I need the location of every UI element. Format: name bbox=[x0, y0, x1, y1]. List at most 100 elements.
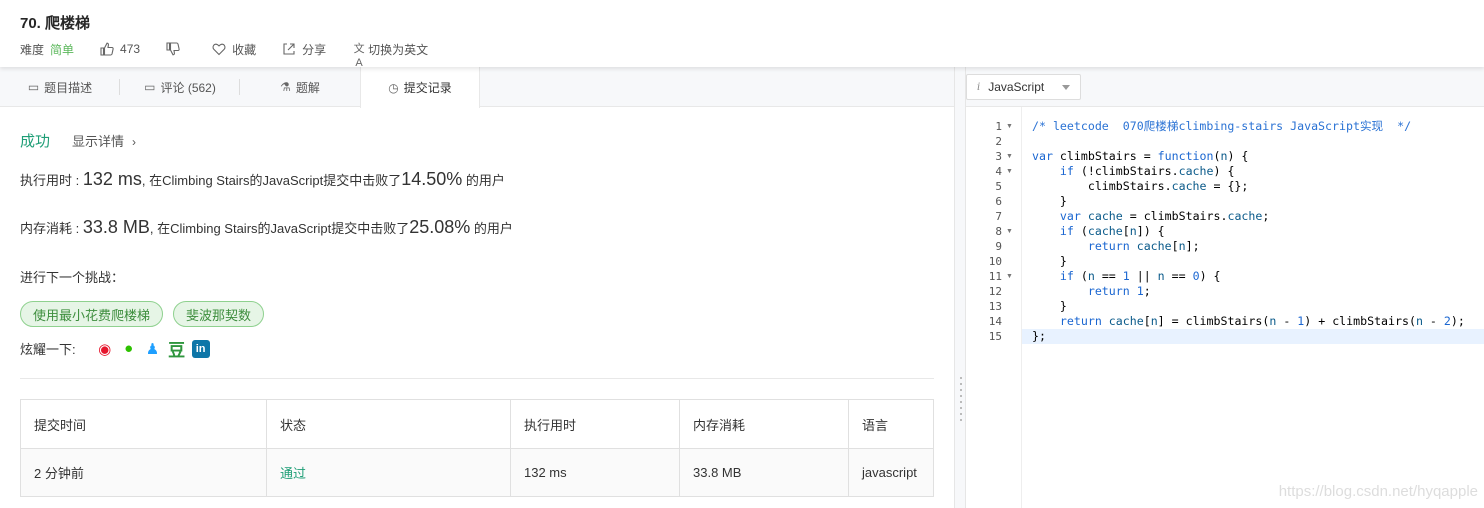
code-line[interactable]: } bbox=[1032, 194, 1067, 209]
fold-arrow-icon[interactable]: ▼ bbox=[1006, 164, 1013, 179]
language-select-value: JavaScript bbox=[988, 80, 1045, 94]
runtime-stat: 执行用时 : 132 ms, 在Climbing Stairs的JavaScri… bbox=[20, 169, 505, 190]
code-line[interactable]: if (!climbStairs.cache) { bbox=[1032, 164, 1235, 179]
code-line[interactable]: } bbox=[1032, 254, 1067, 269]
tab-label: 评论 (562) bbox=[160, 80, 216, 95]
tab-description[interactable]: ▭ 题目描述 bbox=[0, 67, 120, 107]
fold-arrow-icon[interactable]: ▼ bbox=[1006, 119, 1013, 134]
memory-percent: 25.08% bbox=[409, 217, 471, 237]
divider bbox=[20, 378, 934, 379]
runtime-value: 132 ms bbox=[82, 169, 142, 189]
code-editor[interactable]: 1 ▼ 2 3 ▼ 4 ▼ 5 6 7 8 ▼ 9 10 11 ▼ 12 13 14 15 /* leetcode 0… bbox=[966, 107, 1484, 508]
pane-splitter[interactable] bbox=[954, 67, 966, 508]
submission-table: 提交时间 状态 执行用时 内存消耗 语言 2 分钟前 通过 132 ms 33.… bbox=[20, 399, 934, 497]
fold-arrow-icon[interactable]: ▼ bbox=[1006, 224, 1013, 239]
tab-submissions[interactable]: ◷ 提交记录 bbox=[360, 67, 480, 108]
code-pane: i JavaScript 1 ▼ 2 3 ▼ 4 ▼ 5 6 7 8 ▼ 9 10 11 ▼ 12 13 14 15 … bbox=[966, 67, 1484, 508]
code-line[interactable]: return 1; bbox=[1032, 284, 1151, 299]
line-number: 11 bbox=[988, 270, 1002, 283]
table-header-row: 提交时间 状态 执行用时 内存消耗 语言 bbox=[21, 400, 933, 448]
column-header: 语言 bbox=[862, 417, 889, 433]
fold-arrow-icon[interactable]: ▼ bbox=[1006, 149, 1013, 164]
code-line[interactable]: } bbox=[1032, 299, 1067, 314]
linkedin-icon[interactable]: in bbox=[191, 339, 210, 358]
code-line[interactable]: }; bbox=[1032, 329, 1046, 344]
dislike-button[interactable] bbox=[166, 42, 186, 56]
status-success: 成功 bbox=[20, 133, 51, 150]
code-line[interactable]: if (n == 1 || n == 0) { bbox=[1032, 269, 1221, 284]
runtime-label: 执行用时 : bbox=[20, 173, 83, 188]
code-line[interactable]: /* leetcode 070爬楼梯climbing-stairs JavaSc… bbox=[1032, 119, 1411, 134]
switch-language-label: 切换为英文 bbox=[368, 42, 429, 57]
submit-time-cell: 2 分钟前 bbox=[21, 449, 267, 496]
memory-text: , 在Climbing Stairs的JavaScript提交中击败了 bbox=[149, 221, 410, 236]
line-number: 14 bbox=[988, 315, 1002, 328]
code-area[interactable]: /* leetcode 070爬楼梯climbing-stairs JavaSc… bbox=[1022, 107, 1484, 508]
collect-button[interactable]: 收藏 bbox=[212, 41, 256, 58]
code-line[interactable]: var cache = climbStairs.cache; bbox=[1032, 209, 1269, 224]
problem-header: 70. 爬楼梯 难度 简单 473 收藏 分享 文A 切换为英文 bbox=[0, 0, 1484, 70]
column-header: 内存消耗 bbox=[680, 400, 849, 448]
tab-comments[interactable]: ▭ 评论 (562) bbox=[120, 67, 240, 107]
line-number: 13 bbox=[988, 300, 1002, 313]
line-number: 8 bbox=[995, 225, 1002, 238]
share-button[interactable]: 分享 bbox=[282, 41, 326, 58]
line-gutter: 1 ▼ 2 3 ▼ 4 ▼ 5 6 7 8 ▼ 9 10 11 ▼ 12 13 14 15 bbox=[966, 107, 1022, 508]
code-line[interactable]: var climbStairs = function(n) { bbox=[1032, 149, 1248, 164]
share-row: 炫耀一下: ◉ ● ♟ 豆 in bbox=[20, 339, 216, 360]
douban-icon[interactable]: 豆 bbox=[168, 340, 186, 360]
tab-label: 提交记录 bbox=[403, 81, 452, 95]
table-row: 2 分钟前 通过 132 ms 33.8 MB javascript bbox=[21, 448, 933, 496]
runtime-cell: 132 ms bbox=[511, 449, 680, 496]
heart-icon bbox=[212, 43, 226, 56]
chevron-down-icon bbox=[1062, 85, 1070, 90]
clock-icon: ◷ bbox=[388, 80, 399, 95]
current-line-highlight bbox=[1022, 329, 1484, 344]
thumbs-down-icon bbox=[166, 42, 180, 56]
challenge-chip[interactable]: 使用最小花费爬楼梯 bbox=[20, 301, 164, 327]
share-row-label: 炫耀一下: bbox=[20, 342, 76, 357]
like-button[interactable]: 473 bbox=[100, 42, 140, 56]
challenge-chip[interactable]: 斐波那契数 bbox=[173, 301, 265, 327]
code-line[interactable]: return cache[n] = climbStairs(n - 1) + c… bbox=[1032, 314, 1465, 329]
code-line[interactable]: if (cache[n]) { bbox=[1032, 224, 1165, 239]
weibo-icon[interactable]: ◉ bbox=[96, 340, 114, 358]
thumbs-up-icon bbox=[100, 42, 114, 56]
status-row: 成功 显示详情 › bbox=[20, 130, 136, 151]
memory-cell: 33.8 MB bbox=[680, 449, 849, 496]
memory-value: 33.8 MB bbox=[82, 217, 150, 237]
memory-stat: 内存消耗 : 33.8 MB, 在Climbing Stairs的JavaScr… bbox=[20, 217, 513, 238]
line-number: 7 bbox=[995, 210, 1002, 223]
line-number: 2 bbox=[995, 135, 1002, 148]
next-challenge-label: 进行下一个挑战： bbox=[20, 270, 125, 285]
column-header: 状态 bbox=[267, 400, 511, 448]
column-header: 执行用时 bbox=[511, 400, 680, 448]
wechat-icon[interactable]: ● bbox=[120, 340, 138, 358]
info-icon: i bbox=[977, 81, 981, 93]
qq-icon[interactable]: ♟ bbox=[144, 340, 162, 358]
tab-label: 题目描述 bbox=[44, 80, 93, 95]
tab-solutions[interactable]: ⚗ 题解 bbox=[240, 67, 360, 107]
difficulty-value: 简单 bbox=[50, 42, 75, 57]
drag-handle-icon[interactable] bbox=[960, 377, 962, 421]
status-link[interactable]: 通过 bbox=[267, 449, 511, 496]
code-line[interactable]: climbStairs.cache = {}; bbox=[1032, 179, 1249, 194]
language-select[interactable]: i JavaScript bbox=[966, 74, 1081, 100]
challenge-list: 使用最小花费爬楼梯 斐波那契数 bbox=[20, 301, 274, 327]
problem-meta: 难度 简单 473 收藏 分享 文A 切换为英文 bbox=[20, 40, 454, 70]
runtime-suffix: 的用户 bbox=[462, 173, 505, 188]
problem-tabs: ▭ 题目描述 ▭ 评论 (562) ⚗ 题解 ◷ 提交记录 bbox=[0, 67, 954, 108]
fold-arrow-icon[interactable]: ▼ bbox=[1006, 269, 1013, 284]
switch-language-button[interactable]: 文A 切换为英文 bbox=[352, 41, 429, 70]
language-cell: javascript bbox=[862, 465, 917, 480]
line-number: 3 bbox=[995, 150, 1002, 163]
code-line[interactable]: return cache[n]; bbox=[1032, 239, 1200, 254]
translate-icon: 文A bbox=[353, 43, 365, 69]
watermark: https://blog.csdn.net/hyqapple bbox=[1278, 483, 1478, 500]
comment-icon: ▭ bbox=[144, 80, 156, 94]
share-icon bbox=[283, 43, 295, 55]
editor-toolbar: i JavaScript bbox=[966, 67, 1484, 107]
line-number: 10 bbox=[988, 255, 1002, 268]
show-details-link[interactable]: 显示详情 › bbox=[72, 131, 136, 150]
tab-label: 题解 bbox=[295, 80, 320, 95]
